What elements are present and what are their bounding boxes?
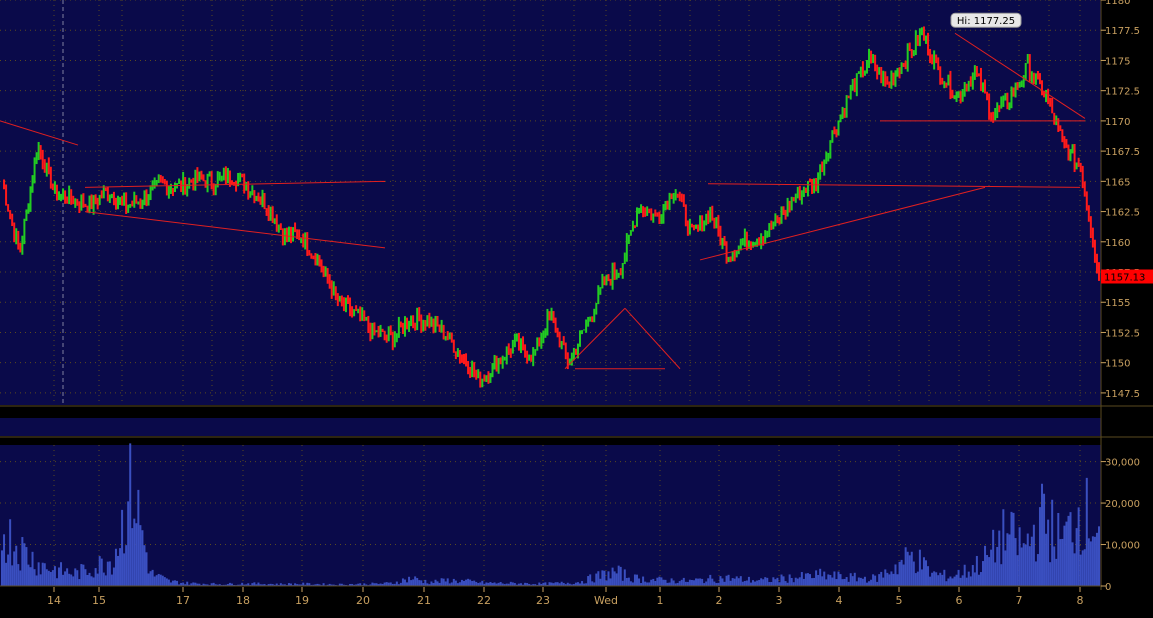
x-tick-label: 21 — [417, 594, 431, 607]
separator-panel — [0, 418, 1101, 436]
price-tick-label: 1160 — [1105, 238, 1130, 249]
x-tick-label: 1 — [657, 594, 664, 607]
x-tick-label: 5 — [896, 594, 903, 607]
x-tick-label: 8 — [1077, 594, 1084, 607]
x-tick-label: 3 — [776, 594, 783, 607]
price-tick-label: 1172.5 — [1105, 87, 1140, 98]
x-tick-label: 4 — [836, 594, 843, 607]
chart-root: 1147.511501152.511551157.511601162.51165… — [0, 0, 1153, 614]
price-tick-label: 1180 — [1105, 0, 1130, 7]
x-tick-label: 2 — [716, 594, 723, 607]
x-tick-label: 6 — [956, 594, 963, 607]
volume-tick-label: 10,000 — [1105, 541, 1140, 552]
price-tick-label: 1165 — [1105, 177, 1130, 188]
price-tick-label: 1155 — [1105, 298, 1130, 309]
price-tick-label: 1167.5 — [1105, 147, 1140, 158]
x-tick-label: 15 — [92, 594, 106, 607]
volume-tick-label: 30,000 — [1105, 458, 1140, 469]
x-tick-label: 19 — [295, 594, 309, 607]
x-tick-label: 23 — [536, 594, 550, 607]
price-tick-label: 1150 — [1105, 359, 1130, 370]
price-tick-label: 1170 — [1105, 117, 1130, 128]
x-tick-label: 20 — [356, 594, 370, 607]
high-label: Hi: 1177.25 — [957, 16, 1015, 27]
volume-panel — [0, 445, 1101, 586]
x-tick-label: 17 — [176, 594, 190, 607]
price-tick-label: 1162.5 — [1105, 208, 1140, 219]
price-tick-label: 1152.5 — [1105, 328, 1140, 339]
chart-canvas: 1147.511501152.511551157.511601162.51165… — [0, 0, 1153, 614]
x-tick-label: 7 — [1016, 594, 1023, 607]
x-tick-label: 22 — [477, 594, 491, 607]
price-tick-label: 1147.5 — [1105, 389, 1140, 400]
x-tick-label: Wed — [594, 594, 618, 607]
x-tick-label: 18 — [236, 594, 250, 607]
volume-tick-label: 20,000 — [1105, 499, 1140, 510]
price-tick-label: 1175 — [1105, 56, 1130, 67]
price-tick-label: 1177.5 — [1105, 26, 1140, 37]
volume-tick-label: 0 — [1105, 582, 1111, 593]
x-tick-label: 14 — [47, 594, 61, 607]
last-price-label: 1157.13 — [1104, 272, 1145, 283]
